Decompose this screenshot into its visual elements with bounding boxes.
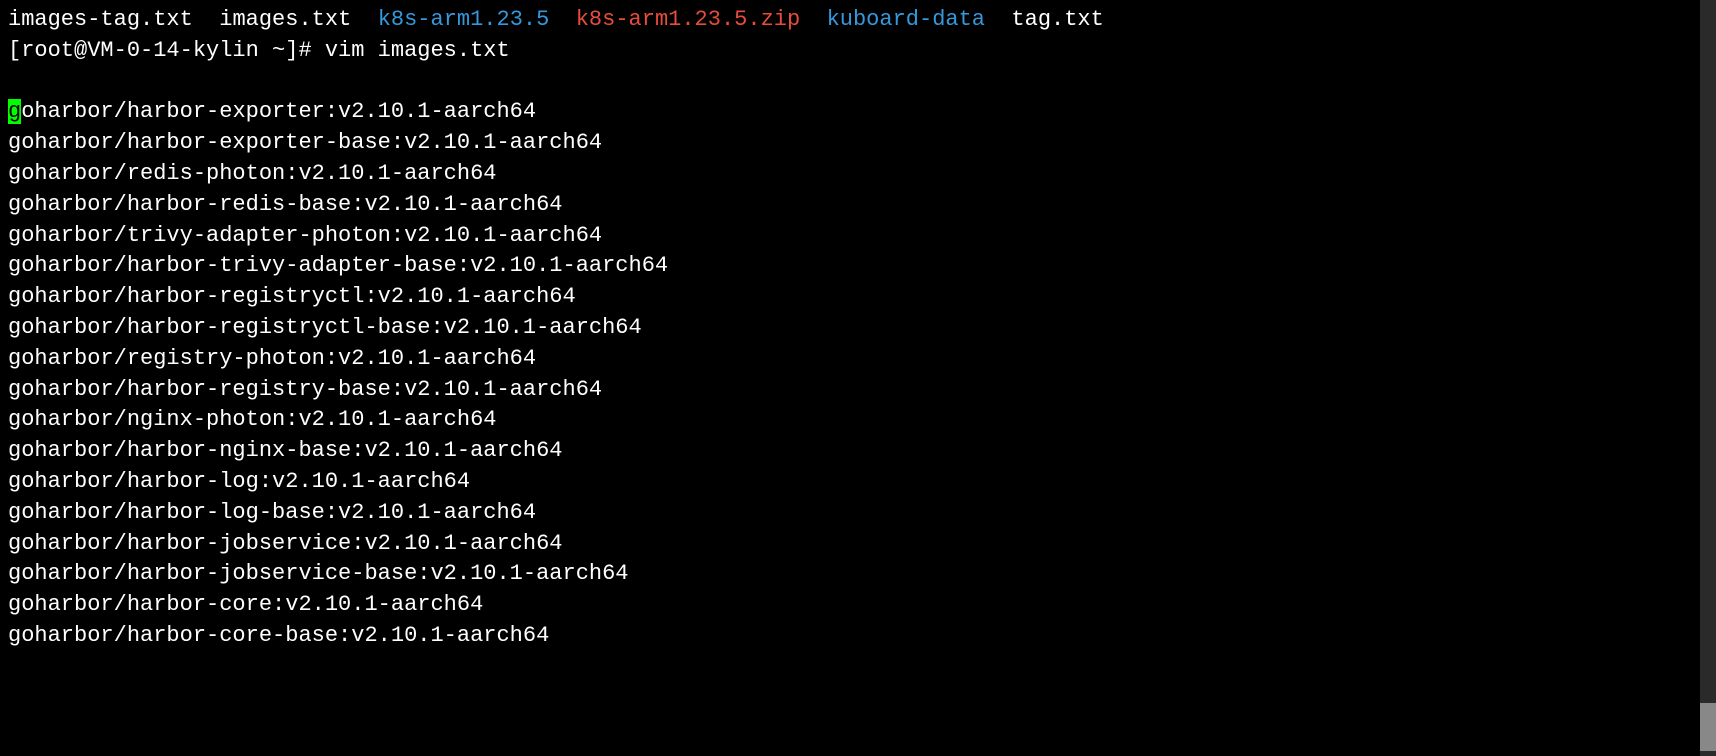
vim-line-text: oharbor/harbor-exporter:v2.10.1-aarch64 (21, 99, 536, 124)
vim-content-line[interactable]: goharbor/redis-photon:v2.10.1-aarch64 (8, 159, 1708, 190)
vim-content-line[interactable]: goharbor/trivy-adapter-photon:v2.10.1-aa… (8, 221, 1708, 252)
vim-content-line[interactable]: goharbor/harbor-registryctl-base:v2.10.1… (8, 313, 1708, 344)
ls-output-line: images-tag.txt images.txt k8s-arm1.23.5 … (8, 5, 1708, 36)
scrollbar-thumb[interactable] (1700, 703, 1716, 751)
ls-file-item: k8s-arm1.23.5 (378, 7, 550, 32)
vim-content-line[interactable]: goharbor/harbor-trivy-adapter-base:v2.10… (8, 251, 1708, 282)
ls-file-item: k8s-arm1.23.5.zip (576, 7, 800, 32)
vim-content-line[interactable]: goharbor/harbor-registry-base:v2.10.1-aa… (8, 375, 1708, 406)
vim-content-line[interactable]: goharbor/harbor-core:v2.10.1-aarch64 (8, 590, 1708, 621)
shell-command: vim images.txt (325, 38, 510, 63)
vim-content-line-first[interactable]: goharbor/harbor-exporter:v2.10.1-aarch64 (8, 97, 1708, 128)
ls-file-item: images.txt (219, 7, 351, 32)
vim-content-line[interactable]: goharbor/harbor-log-base:v2.10.1-aarch64 (8, 498, 1708, 529)
vim-content-line[interactable]: goharbor/harbor-nginx-base:v2.10.1-aarch… (8, 436, 1708, 467)
vim-content-line[interactable]: goharbor/harbor-log:v2.10.1-aarch64 (8, 467, 1708, 498)
scrollbar-track[interactable] (1700, 0, 1716, 756)
vim-content-line[interactable]: goharbor/registry-photon:v2.10.1-aarch64 (8, 344, 1708, 375)
ls-file-item: kuboard-data (827, 7, 985, 32)
blank-line (8, 67, 1708, 98)
shell-prompt-line: [root@VM-0-14-kylin ~]# vim images.txt (8, 36, 1708, 67)
vim-content-line[interactable]: goharbor/harbor-registryctl:v2.10.1-aarc… (8, 282, 1708, 313)
ls-file-item: images-tag.txt (8, 7, 193, 32)
ls-file-item: tag.txt (1011, 7, 1103, 32)
vim-content-line[interactable]: goharbor/harbor-redis-base:v2.10.1-aarch… (8, 190, 1708, 221)
vim-content-line[interactable]: goharbor/harbor-core-base:v2.10.1-aarch6… (8, 621, 1708, 652)
vim-content-line[interactable]: goharbor/harbor-jobservice-base:v2.10.1-… (8, 559, 1708, 590)
vim-cursor: g (8, 99, 21, 124)
shell-prompt: [root@VM-0-14-kylin ~]# (8, 38, 325, 63)
vim-content-line[interactable]: goharbor/harbor-exporter-base:v2.10.1-aa… (8, 128, 1708, 159)
vim-content-line[interactable]: goharbor/nginx-photon:v2.10.1-aarch64 (8, 405, 1708, 436)
vim-content-line[interactable]: goharbor/harbor-jobservice:v2.10.1-aarch… (8, 529, 1708, 560)
